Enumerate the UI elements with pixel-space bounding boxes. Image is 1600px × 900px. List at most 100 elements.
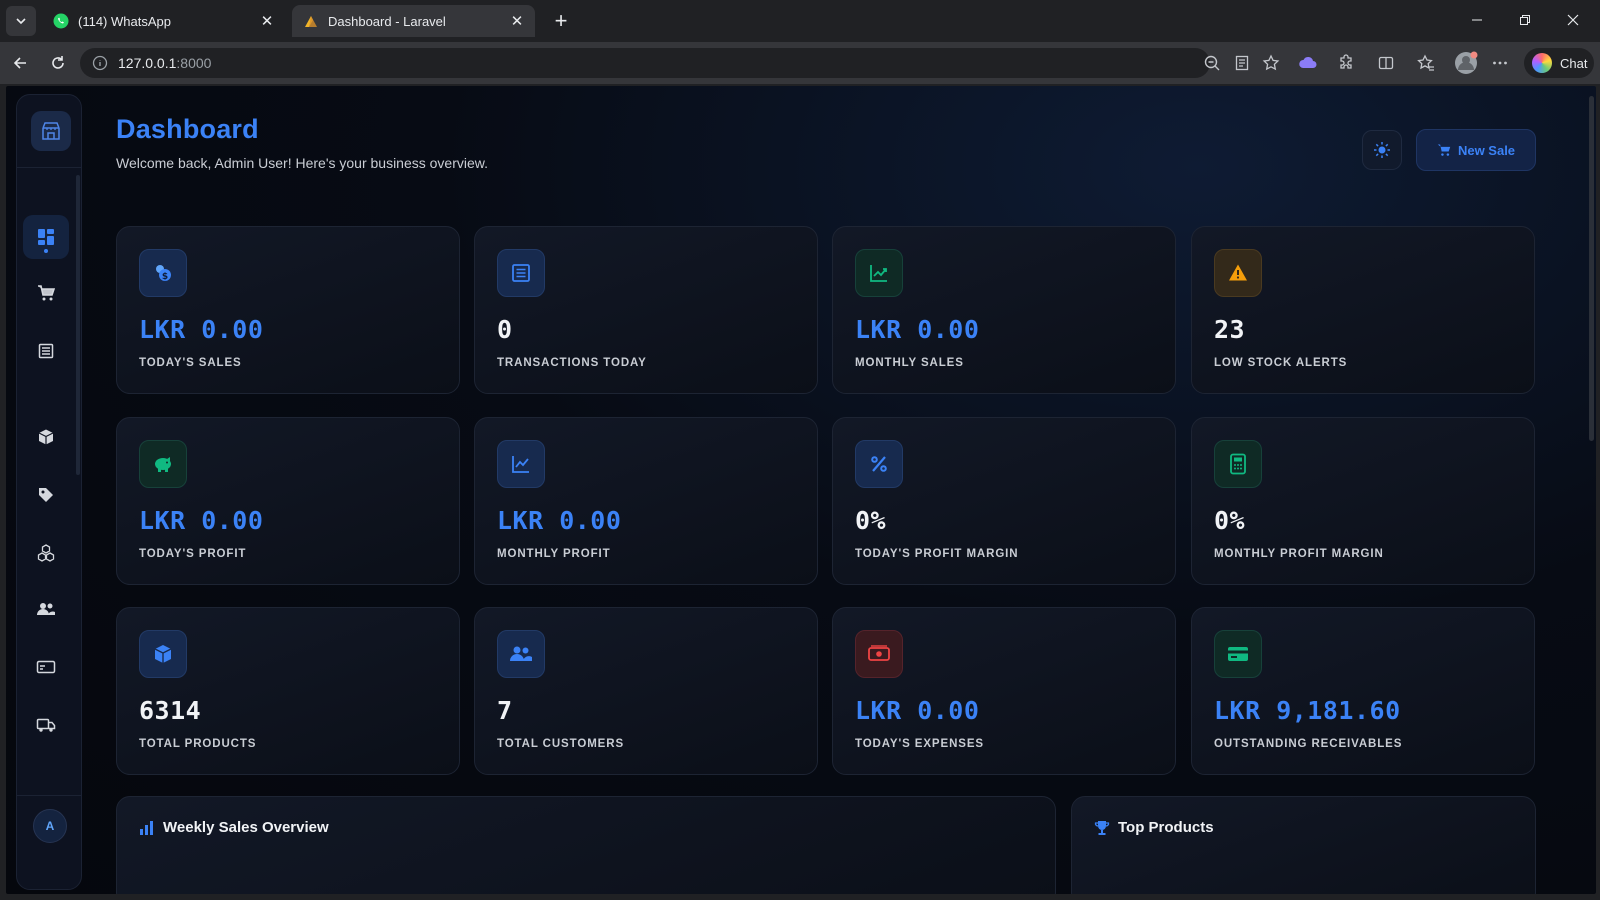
weekly-sales-panel: Weekly Sales Overview <box>116 796 1056 894</box>
stat-label: Today's Sales <box>139 357 242 369</box>
users-icon <box>37 603 55 615</box>
zoom-icon[interactable] <box>1202 53 1222 73</box>
box-icon <box>139 630 187 678</box>
favorite-star-icon[interactable] <box>1261 53 1281 73</box>
tag-icon <box>39 488 53 502</box>
browser-tab-bar: (114) WhatsApp ✕ Dashboard - Laravel ✕ + <box>0 0 1600 42</box>
restore-icon <box>1520 15 1530 25</box>
sidebar-item-products[interactable] <box>23 415 69 459</box>
piggy-bank-icon <box>139 440 187 488</box>
cubes-icon <box>37 544 55 562</box>
card-icon <box>36 660 56 674</box>
extensions-puzzle-icon[interactable] <box>1336 53 1356 73</box>
extension-cloud-icon[interactable] <box>1298 53 1318 73</box>
tab-title: (114) WhatsApp <box>78 13 171 29</box>
minimize-icon <box>1472 19 1482 21</box>
stat-card-outstanding-receivables: LKR 9,181.60 Outstanding Receivables <box>1191 607 1535 775</box>
stat-card-transactions-today: 0 Transactions Today <box>474 226 818 394</box>
info-icon[interactable] <box>92 55 108 71</box>
warning-icon <box>1214 249 1262 297</box>
stat-card-monthly-profit: LKR 0.00 Monthly Profit <box>474 417 818 585</box>
favorites-icon[interactable] <box>1416 53 1436 73</box>
copilot-chat-button[interactable]: Chat <box>1524 48 1594 78</box>
coins-icon: $ <box>139 249 187 297</box>
stat-value: LKR 0.00 <box>139 315 264 344</box>
url-host: 127.0.0.1 <box>118 55 177 71</box>
stat-label: Outstanding Receivables <box>1214 738 1403 750</box>
svg-text:$: $ <box>162 272 168 282</box>
sidebar-item-suppliers[interactable] <box>23 703 69 747</box>
users-icon <box>497 630 545 678</box>
top-products-panel: Top Products <box>1071 796 1536 894</box>
active-indicator <box>44 249 48 253</box>
receipt-icon <box>38 343 54 359</box>
stat-value: 7 <box>497 696 513 725</box>
receipt-icon <box>497 249 545 297</box>
reload-icon <box>52 56 64 69</box>
store-logo[interactable] <box>31 111 71 151</box>
url-text[interactable]: 127.0.0.1:8000 <box>118 55 211 71</box>
trophy-icon <box>1094 820 1110 836</box>
stat-value: 0% <box>1214 506 1246 535</box>
close-tab-icon[interactable]: ✕ <box>259 13 275 30</box>
restore-button[interactable] <box>1502 0 1548 40</box>
tab-search-button[interactable] <box>6 6 36 36</box>
sidebar-divider <box>17 167 81 168</box>
stat-label: Total Products <box>139 738 257 750</box>
new-sale-button[interactable]: New Sale <box>1416 129 1536 171</box>
new-sale-label: New Sale <box>1457 142 1516 158</box>
percent-icon <box>855 440 903 488</box>
stat-label: Monthly Sales <box>855 357 964 369</box>
sidebar-scrollbar[interactable] <box>76 175 80 475</box>
url-port: :8000 <box>176 55 212 71</box>
reload-button[interactable] <box>46 51 70 75</box>
stat-label: Monthly Profit Margin <box>1214 548 1384 560</box>
split-screen-icon[interactable] <box>1376 53 1396 73</box>
new-tab-button[interactable]: + <box>548 8 574 34</box>
user-avatar[interactable]: A <box>33 809 67 843</box>
sidebar-item-inventory[interactable] <box>23 531 69 575</box>
chart-line-icon <box>855 249 903 297</box>
stat-value: LKR 0.00 <box>855 696 980 725</box>
close-tab-icon[interactable]: ✕ <box>509 13 525 30</box>
stat-card-todays-profit: LKR 0.00 Today's Profit <box>116 417 460 585</box>
back-button[interactable] <box>8 51 32 75</box>
stat-value: 6314 <box>139 696 202 725</box>
more-menu-icon[interactable] <box>1490 53 1510 73</box>
page-scrollbar[interactable] <box>1589 96 1594 441</box>
tab-dashboard[interactable]: Dashboard - Laravel ✕ <box>292 5 535 37</box>
close-window-button[interactable] <box>1550 0 1596 40</box>
panel-header: Weekly Sales Overview <box>139 819 329 836</box>
address-bar[interactable]: 127.0.0.1:8000 <box>80 48 1210 78</box>
dashboard-icon <box>38 229 54 245</box>
whatsapp-icon <box>52 12 70 30</box>
theme-toggle-button[interactable] <box>1362 130 1402 170</box>
sidebar-item-pos[interactable] <box>23 271 69 315</box>
browser-toolbar: 127.0.0.1:8000 Chat <box>0 42 1600 84</box>
profile-avatar[interactable] <box>1454 51 1478 75</box>
stat-label: Low Stock Alerts <box>1214 357 1348 369</box>
minimize-button[interactable] <box>1454 0 1500 40</box>
stat-card-monthly-profit-margin: 0% Monthly Profit Margin <box>1191 417 1535 585</box>
panel-title: Top Products <box>1118 819 1214 836</box>
copilot-icon <box>1532 53 1552 73</box>
stat-value: LKR 0.00 <box>497 506 622 535</box>
card-icon <box>1214 630 1262 678</box>
sidebar-item-payments[interactable] <box>23 645 69 689</box>
cart-icon <box>1437 143 1451 157</box>
reader-mode-icon[interactable] <box>1232 53 1252 73</box>
tab-whatsapp[interactable]: (114) WhatsApp ✕ <box>42 5 285 37</box>
sidebar-item-customers[interactable] <box>23 587 69 631</box>
stat-card-todays-expenses: LKR 0.00 Today's Expenses <box>832 607 1176 775</box>
box-icon <box>38 429 54 445</box>
panel-title: Weekly Sales Overview <box>163 819 329 836</box>
arrow-left-icon <box>13 57 26 69</box>
stat-card-monthly-sales: LKR 0.00 Monthly Sales <box>832 226 1176 394</box>
page-viewport: A Dashboard Welcome back, Admin User! He… <box>6 86 1596 894</box>
stat-label: Today's Profit Margin <box>855 548 1019 560</box>
sidebar-item-dashboard[interactable] <box>23 215 69 259</box>
sidebar-divider <box>17 795 81 796</box>
sidebar-item-categories[interactable] <box>23 473 69 517</box>
sidebar-item-sales[interactable] <box>23 329 69 373</box>
close-icon <box>1567 14 1579 26</box>
